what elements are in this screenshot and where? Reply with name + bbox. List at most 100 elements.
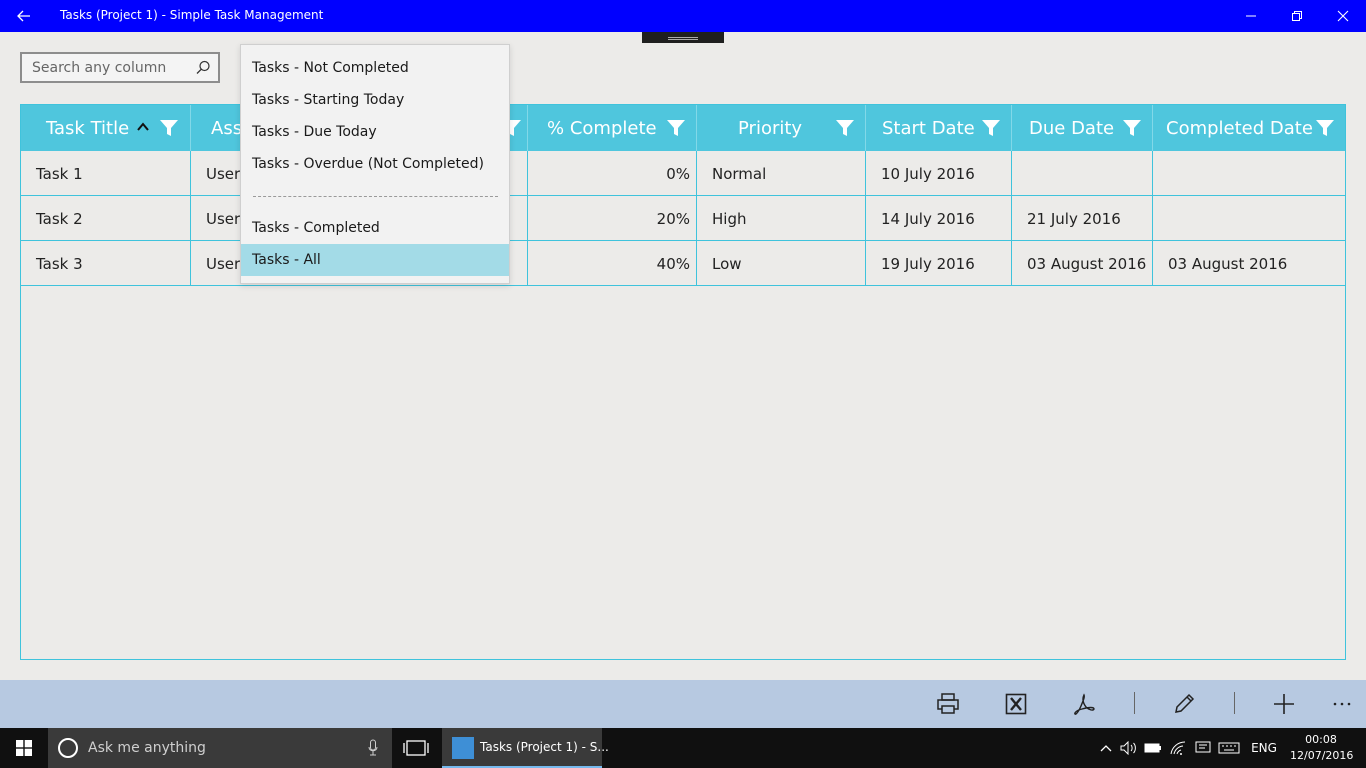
column-label: % Complete (547, 118, 657, 139)
grid-header: Task Title Ass % Complete Priority Start… (21, 105, 1345, 151)
cell-priority: Low (697, 241, 866, 285)
pencil-icon (1175, 693, 1195, 713)
restore-button[interactable] (1274, 0, 1320, 32)
windows-logo-icon (16, 740, 32, 756)
keyboard-icon (1218, 742, 1240, 754)
printer-icon (937, 693, 959, 714)
column-header-completed-date[interactable]: Completed Date (1153, 105, 1345, 151)
filter-icon[interactable] (835, 118, 855, 138)
taskbar: Ask me anything Tasks (Project 1) - S...… (0, 728, 1366, 768)
table-row[interactable]: Task 3 User 40% Low 19 July 2016 03 Augu… (21, 241, 1345, 286)
drag-handle-grip (668, 37, 698, 38)
network-button[interactable] (1166, 728, 1190, 768)
column-header-priority[interactable]: Priority (697, 105, 866, 151)
app-icon (452, 737, 474, 759)
command-bar (0, 680, 1366, 728)
minimize-icon (1246, 15, 1256, 17)
microphone-icon[interactable] (368, 739, 378, 757)
command-separator (1234, 692, 1235, 714)
close-button[interactable] (1320, 0, 1366, 32)
filter-icon[interactable] (1315, 118, 1335, 138)
battery-icon (1144, 743, 1161, 753)
menu-item-starting-today[interactable]: Tasks - Starting Today (241, 84, 509, 116)
taskbar-app-tasks[interactable]: Tasks (Project 1) - S... (442, 728, 609, 768)
menu-separator (253, 196, 498, 197)
cell-due-date: 03 August 2016 (1012, 241, 1153, 285)
task-view-icon[interactable] (400, 738, 432, 758)
system-clock[interactable]: 00:08 12/07/2016 (1290, 732, 1354, 764)
column-header-assigned[interactable]: Ass (191, 105, 243, 151)
search-box (20, 52, 220, 83)
action-center-button[interactable] (1192, 728, 1214, 768)
sort-ascending-icon[interactable] (136, 121, 150, 133)
back-button[interactable] (10, 4, 38, 28)
print-button[interactable] (934, 690, 962, 718)
drag-handle[interactable] (642, 32, 724, 43)
cell-task-title: Task 3 (21, 241, 191, 285)
filter-icon[interactable] (159, 118, 179, 138)
column-header-due-date[interactable]: Due Date (1012, 105, 1153, 151)
cell-start-date: 10 July 2016 (866, 151, 1012, 195)
menu-item-not-completed[interactable]: Tasks - Not Completed (241, 52, 509, 84)
cell-task-title: Task 1 (21, 151, 191, 195)
start-button[interactable] (0, 728, 48, 768)
filter-icon[interactable] (981, 118, 1001, 138)
task-filter-dropdown: Tasks - Not Completed Tasks - Starting T… (240, 44, 510, 284)
search-icon[interactable] (194, 59, 212, 77)
column-header-start-date[interactable]: Start Date (866, 105, 1012, 151)
volume-button[interactable] (1118, 728, 1140, 768)
filter-icon[interactable] (1122, 118, 1142, 138)
cell-completed-date: 03 August 2016 (1168, 255, 1288, 273)
column-label: Completed Date (1166, 118, 1313, 139)
touch-keyboard-button[interactable] (1216, 728, 1242, 768)
plus-icon (1274, 694, 1294, 714)
cell-start-date: 19 July 2016 (866, 241, 1012, 285)
column-label: Due Date (1029, 118, 1115, 139)
cell-completed-date (1153, 196, 1345, 240)
column-label: Priority (738, 118, 803, 139)
command-separator (1134, 692, 1135, 714)
chevron-up-icon (1100, 745, 1112, 752)
close-icon (1337, 10, 1349, 22)
export-excel-button[interactable] (1002, 690, 1030, 718)
more-button[interactable] (1328, 690, 1356, 718)
cell-completed-date (1153, 151, 1345, 195)
minimize-button[interactable] (1228, 0, 1274, 32)
add-button[interactable] (1270, 690, 1298, 718)
window-title: Tasks (Project 1) - Simple Task Manageme… (60, 8, 324, 22)
menu-item-completed[interactable]: Tasks - Completed (241, 212, 509, 244)
column-label: Ass (211, 118, 243, 139)
cortana-search-box[interactable]: Ask me anything (48, 728, 392, 768)
notification-icon (1195, 741, 1211, 753)
wifi-icon (1170, 741, 1186, 755)
show-hidden-icons-button[interactable] (1096, 728, 1116, 768)
table-row[interactable]: Task 1 User 0% Normal 10 July 2016 (21, 151, 1345, 196)
table-row[interactable]: Task 2 User 20% High 14 July 2016 21 Jul… (21, 196, 1345, 241)
export-pdf-button[interactable] (1070, 690, 1098, 718)
column-header-task-title[interactable]: Task Title (21, 105, 191, 151)
language-indicator[interactable]: ENG (1246, 728, 1282, 768)
cell-due-date (1012, 151, 1153, 195)
cell-start-date: 14 July 2016 (866, 196, 1012, 240)
back-arrow-icon (17, 10, 30, 22)
menu-item-due-today[interactable]: Tasks - Due Today (241, 116, 509, 148)
pdf-icon (1074, 693, 1095, 715)
restore-icon (1292, 11, 1302, 21)
filter-icon[interactable] (666, 118, 686, 138)
taskbar-app-label: Tasks (Project 1) - S... (480, 740, 609, 754)
menu-item-all[interactable]: Tasks - All (241, 244, 509, 276)
clock-date: 12/07/2016 (1290, 749, 1354, 762)
cell-percent-complete: 20% (528, 196, 697, 240)
clock-time: 00:08 (1305, 733, 1337, 746)
excel-icon (1005, 693, 1027, 715)
more-icon (1333, 702, 1351, 706)
column-header-percent-complete[interactable]: % Complete (528, 105, 697, 151)
menu-item-overdue[interactable]: Tasks - Overdue (Not Completed) (241, 148, 509, 180)
volume-icon (1120, 741, 1136, 755)
title-bar: Tasks (Project 1) - Simple Task Manageme… (0, 0, 1366, 32)
search-input[interactable] (22, 54, 190, 81)
cell-priority: High (697, 196, 866, 240)
edit-button[interactable] (1170, 690, 1198, 718)
battery-button[interactable] (1142, 728, 1164, 768)
drag-handle-grip (668, 39, 698, 40)
